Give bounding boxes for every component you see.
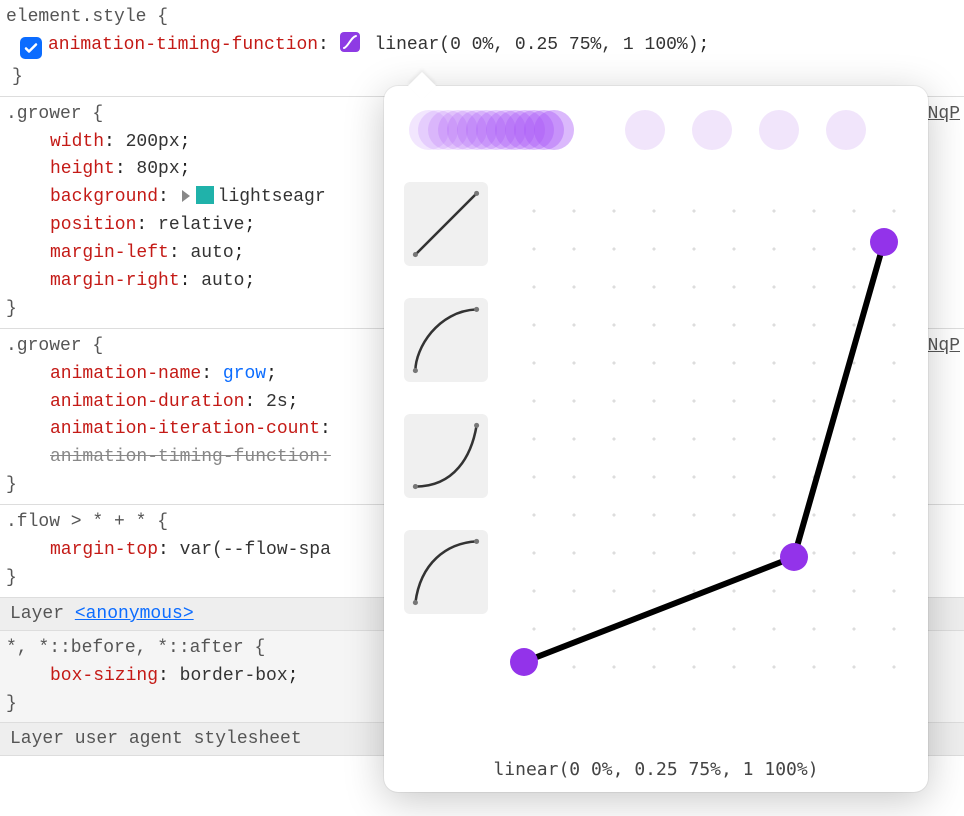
css-property[interactable]: width	[50, 132, 104, 152]
css-property[interactable]: position	[50, 215, 136, 235]
animation-preview	[404, 108, 908, 152]
css-property[interactable]: height	[50, 159, 115, 179]
css-value[interactable]: 200px	[126, 132, 180, 152]
selector[interactable]: .grower	[6, 336, 82, 356]
preview-dot	[534, 110, 574, 150]
easing-curve-editor[interactable]	[504, 182, 904, 702]
brace-open: {	[146, 7, 168, 27]
css-property[interactable]: animation-duration	[50, 392, 244, 412]
prop-enable-checkbox[interactable]	[20, 37, 42, 59]
preset-ease[interactable]	[404, 298, 488, 382]
source-file-link[interactable]: NqP	[928, 101, 960, 129]
preset-linear[interactable]	[404, 182, 488, 266]
css-property[interactable]: box-sizing	[50, 666, 158, 686]
css-property[interactable]: animation-iteration-count	[50, 419, 320, 439]
easing-presets	[404, 182, 488, 614]
css-property[interactable]: margin-top	[50, 540, 158, 560]
easing-readout: linear(0 0%, 0.25 75%, 1 100%)	[384, 759, 928, 780]
preset-ease-out[interactable]	[404, 530, 488, 614]
css-value[interactable]: 2s	[266, 392, 288, 412]
control-point[interactable]	[510, 648, 538, 676]
selector[interactable]: *, *::before, *::after	[6, 638, 244, 658]
easing-swatch-icon[interactable]	[340, 32, 360, 52]
css-value[interactable]: linear(0 0%, 0.25 75%, 1 100%)	[374, 35, 698, 55]
selector[interactable]: .flow > * + *	[6, 512, 146, 532]
css-value[interactable]: border-box	[180, 666, 288, 686]
css-property[interactable]: margin-right	[50, 271, 180, 291]
css-property[interactable]: animation-name	[50, 364, 201, 384]
rule-element-style: element.style { animation-timing-functio…	[0, 0, 964, 97]
disclosure-triangle-icon[interactable]	[182, 190, 190, 202]
preset-ease-in[interactable]	[404, 414, 488, 498]
preview-dot	[625, 110, 665, 150]
css-value[interactable]: auto	[201, 271, 244, 291]
preview-dot	[826, 110, 866, 150]
easing-curve-line	[504, 182, 904, 702]
css-value[interactable]: grow	[223, 364, 266, 384]
easing-editor-popover: linear(0 0%, 0.25 75%, 1 100%)	[384, 86, 928, 792]
preview-dot	[692, 110, 732, 150]
css-value[interactable]: var(--flow-spa	[180, 540, 331, 560]
css-property-overridden[interactable]: animation-timing-function	[50, 447, 320, 467]
source-file-link[interactable]: NqP	[928, 333, 960, 361]
control-point[interactable]	[870, 228, 898, 256]
css-property[interactable]: animation-timing-function	[48, 35, 318, 55]
css-property[interactable]: margin-left	[50, 243, 169, 263]
color-swatch-icon[interactable]	[196, 186, 214, 204]
css-value[interactable]: relative	[158, 215, 244, 235]
css-property[interactable]: background	[50, 187, 158, 207]
selector[interactable]: .grower	[6, 104, 82, 124]
layer-link[interactable]: <anonymous>	[75, 604, 194, 624]
selector[interactable]: element.style	[6, 7, 146, 27]
preview-dot	[759, 110, 799, 150]
css-value[interactable]: lightseagr	[218, 187, 326, 207]
css-value[interactable]: 80px	[136, 159, 179, 179]
control-point[interactable]	[780, 543, 808, 571]
styles-panel: element.style { animation-timing-functio…	[0, 0, 964, 816]
css-value[interactable]: auto	[190, 243, 233, 263]
